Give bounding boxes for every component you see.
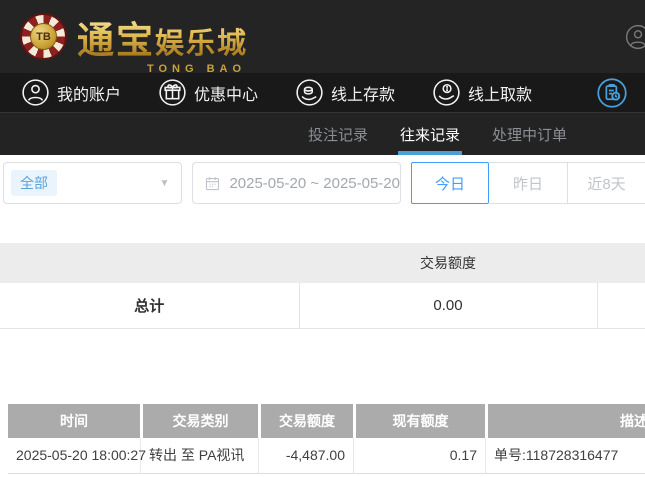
withdraw-coin-icon xyxy=(433,79,460,106)
summary-header-empty xyxy=(0,243,299,283)
nav-label: 线上取款 xyxy=(468,86,533,104)
records-table: 时间 交易类别 交易额度 现有额度 描述 2025-05-20 18:00:27… xyxy=(8,403,645,474)
brand-chip-logo: TB xyxy=(20,13,67,60)
main-nav: 我的账户 优惠中心 线上存款 线上取款 xyxy=(0,73,645,112)
user-icon xyxy=(22,79,49,106)
col-header-balance: 现有额度 xyxy=(353,403,485,438)
col-header-amount: 交易额度 xyxy=(258,403,353,438)
tab-transaction-records[interactable]: 往来记录 xyxy=(384,113,476,155)
records-header-row: 时间 交易类别 交易额度 现有额度 描述 xyxy=(8,403,645,438)
col-header-note: 描述 xyxy=(485,403,645,438)
deposit-coins-icon xyxy=(296,79,323,106)
records-tab-bar: 投注记录 往来记录 处理中订单 xyxy=(0,112,645,155)
brand-name-cn-main: 通宝 xyxy=(77,19,155,61)
table-row: 2025-05-20 18:00:27 转出 至 PA视讯 -4,487.00 … xyxy=(8,437,645,474)
col-header-time: 时间 xyxy=(8,403,140,438)
brand-name-en: TONG BAO xyxy=(146,62,247,75)
brand-name-cn-sub: 娱乐城 xyxy=(155,27,249,60)
nav-label: 我的账户 xyxy=(57,86,122,104)
summary-header-row: 交易额度 xyxy=(0,243,645,283)
type-select[interactable]: 全部 ▼ xyxy=(3,162,183,204)
col-header-type: 交易类别 xyxy=(140,403,258,438)
summary-total-row: 总计 0.00 xyxy=(0,283,645,329)
recent-days-button[interactable]: 近8天 xyxy=(567,162,645,204)
summary-table: 交易额度 总计 0.00 xyxy=(0,243,645,329)
date-range-input[interactable]: 2025-05-20 ~ 2025-05-20 xyxy=(192,162,401,204)
yesterday-button[interactable]: 昨日 xyxy=(489,162,567,204)
calendar-icon xyxy=(204,175,221,192)
tab-processing-orders[interactable]: 处理中订单 xyxy=(476,113,583,155)
cell-amount: -4,487.00 xyxy=(258,437,353,474)
cell-balance: 0.17 xyxy=(353,437,485,474)
brand-bar: TB 通宝娱乐城 TONG BAO xyxy=(0,0,645,75)
nav-label: 优惠中心 xyxy=(194,86,259,104)
type-select-value: 全部 xyxy=(11,170,57,196)
summary-table-wrap: 交易额度 总计 0.00 xyxy=(0,243,645,329)
nav-item-promotions[interactable]: 优惠中心 xyxy=(159,79,258,106)
summary-total-label: 总计 xyxy=(0,283,299,329)
nav-label: 线上存款 xyxy=(331,86,396,104)
nav-item-withdraw[interactable]: 线上取款 xyxy=(433,79,532,106)
brand-chip-text: TB xyxy=(30,23,57,50)
cell-type: 转出 至 PA视讯 xyxy=(140,437,258,474)
nav-item-my-account[interactable]: 我的账户 xyxy=(22,79,121,106)
gift-icon xyxy=(159,79,186,106)
cell-note: 单号:118728316477 xyxy=(485,437,645,474)
user-avatar-icon[interactable] xyxy=(625,24,645,50)
summary-header-amount: 交易额度 xyxy=(299,243,597,283)
date-range-value: 2025-05-20 ~ 2025-05-20 xyxy=(229,174,400,192)
summary-total-value: 0.00 xyxy=(298,283,597,329)
today-button[interactable]: 今日 xyxy=(411,162,489,204)
quick-date-buttons: 今日 昨日 近8天 xyxy=(411,162,645,204)
tab-betting-records[interactable]: 投注记录 xyxy=(292,113,384,155)
filter-row: 全部 ▼ 2025-05-20 ~ 2025-05-20 今日 昨日 近8天 xyxy=(0,155,645,204)
cell-time: 2025-05-20 18:00:27 xyxy=(8,437,146,474)
nav-item-deposit[interactable]: 线上存款 xyxy=(296,79,395,106)
brand-title: 通宝娱乐城 TONG BAO xyxy=(77,10,249,75)
chevron-down-icon: ▼ xyxy=(159,178,170,189)
transaction-records-icon[interactable] xyxy=(597,77,627,108)
records-table-wrap: 时间 交易类别 交易额度 现有额度 描述 2025-05-20 18:00:27… xyxy=(8,403,645,474)
